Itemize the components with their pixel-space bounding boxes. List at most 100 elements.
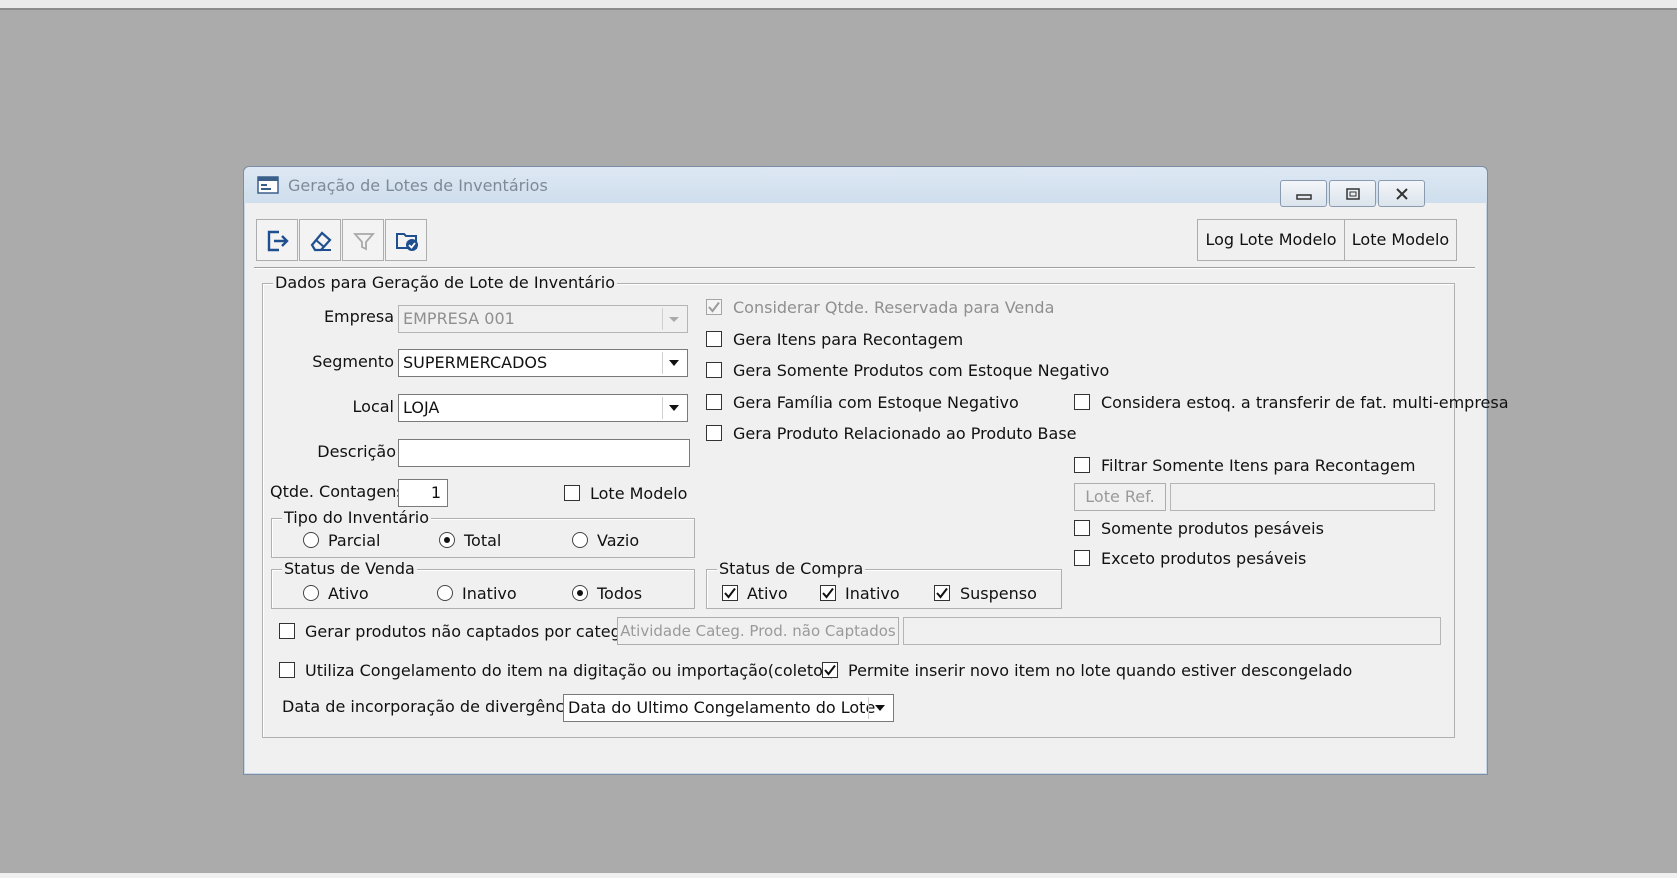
checkbox-considerar-reservada[interactable] (706, 299, 722, 315)
lote-modelo-label: Lote Modelo (590, 484, 688, 503)
descricao-input[interactable] (398, 439, 690, 467)
maximize-button[interactable] (1329, 180, 1376, 207)
atividade-categ-button[interactable]: Atividade Categ. Prod. não Captados (617, 617, 899, 645)
data-incorporacao-dropdown[interactable] (868, 697, 891, 719)
group-legend: Dados para Geração de Lote de Inventário (273, 273, 618, 293)
data-incorporacao-combo[interactable]: Data do Ultimo Congelamento do Lote (563, 694, 894, 722)
descricao-label: Descrição (317, 442, 396, 461)
filter-button[interactable] (342, 219, 384, 261)
app-window-icon (257, 176, 279, 194)
folder-check-icon (396, 233, 418, 251)
checkbox-gera-recontagem[interactable] (706, 331, 722, 347)
checkbox-permite-inserir[interactable] (822, 662, 838, 678)
qtde-contagens-label: Qtde. Contagens (270, 482, 405, 501)
lote-modelo-button[interactable]: Lote Modelo (1344, 219, 1457, 261)
lote-modelo-checkbox[interactable] (564, 485, 580, 501)
local-combo[interactable]: LOJA (398, 394, 688, 422)
checkmark-icon (822, 587, 834, 599)
radio-selected-dot (444, 537, 450, 543)
data-incorporacao-value: Data do Ultimo Congelamento do Lote (568, 698, 876, 717)
exceto-pesaveis-label: Exceto produtos pesáveis (1101, 549, 1307, 568)
checkbox-gerar-nao-captados[interactable] (279, 623, 295, 639)
chevron-down-icon (669, 360, 679, 366)
gera-recontagem-label: Gera Itens para Recontagem (733, 330, 964, 349)
filter-icon (353, 233, 375, 251)
window-title: Geração de Lotes de Inventários (288, 176, 548, 195)
taskbar-edge (0, 873, 1677, 878)
filtrar-recontagem-label: Filtrar Somente Itens para Recontagem (1101, 456, 1416, 475)
familia-negativo-label: Gera Família com Estoque Negativo (733, 393, 1019, 412)
checkbox-somente-pesaveis[interactable] (1074, 520, 1090, 536)
segmento-value: SUPERMERCADOS (403, 353, 548, 372)
qtde-contagens-input[interactable]: 1 (398, 479, 448, 507)
empresa-label: Empresa (323, 307, 394, 326)
radio-venda-ativo[interactable] (303, 585, 319, 601)
compra-suspenso-label: Suspenso (960, 584, 1037, 603)
segmento-dropdown[interactable] (662, 352, 685, 374)
qtde-contagens-value: 1 (430, 483, 441, 502)
checkbox-familia-negativo[interactable] (706, 394, 722, 410)
checkbox-utiliza-congelamento[interactable] (279, 662, 295, 678)
somente-pesaveis-label: Somente produtos pesáveis (1101, 519, 1324, 538)
checkmark-icon (724, 587, 736, 599)
title-bar[interactable]: Geração de Lotes de Inventários (244, 167, 1487, 207)
empresa-combo[interactable]: EMPRESA 001 (398, 305, 688, 333)
background-window-edge (0, 0, 1677, 10)
clear-button[interactable] (299, 219, 341, 261)
eraser-icon (310, 231, 332, 252)
checkbox-compra-inativo[interactable] (820, 585, 836, 601)
considerar-reservada-label: Considerar Qtde. Reservada para Venda (733, 298, 1055, 317)
local-dropdown[interactable] (662, 397, 685, 419)
radio-parcial[interactable] (303, 532, 319, 548)
radio-parcial-label: Parcial (328, 531, 381, 550)
restore-icon (1346, 188, 1360, 200)
status-compra-legend: Status de Compra (717, 559, 866, 579)
generate-button[interactable] (385, 219, 427, 261)
exit-icon (267, 230, 289, 252)
checkbox-compra-suspenso[interactable] (934, 585, 950, 601)
radio-venda-inativo-label: Inativo (462, 584, 517, 603)
segmento-label: Segmento (312, 352, 394, 371)
radio-total-label: Total (464, 531, 502, 550)
considera-estoq-label: Considera estoq. a transferir de fat. mu… (1101, 393, 1509, 412)
radio-total[interactable] (439, 532, 455, 548)
compra-inativo-label: Inativo (845, 584, 900, 603)
checkmark-icon (936, 587, 948, 599)
utiliza-congelamento-label: Utiliza Congelamento do item na digitaçã… (305, 661, 836, 680)
empresa-value: EMPRESA 001 (403, 309, 515, 328)
lote-ref-input[interactable] (1170, 483, 1435, 511)
empresa-dropdown[interactable] (662, 308, 685, 330)
lote-ref-button[interactable]: Lote Ref. (1074, 483, 1166, 511)
checkbox-exceto-pesaveis[interactable] (1074, 550, 1090, 566)
radio-vazio[interactable] (572, 532, 588, 548)
checkbox-compra-ativo[interactable] (722, 585, 738, 601)
checkbox-filtrar-recontagem[interactable] (1074, 457, 1090, 473)
gerar-nao-captados-label: Gerar produtos não captados por categori… (305, 622, 652, 641)
radio-vazio-label: Vazio (597, 531, 640, 550)
data-incorporacao-label: Data de incorporação de divergências (282, 697, 587, 716)
tipo-inventario-legend: Tipo do Inventário (282, 508, 431, 528)
status-venda-legend: Status de Venda (282, 559, 417, 579)
toolbar-separator (254, 267, 1475, 269)
log-lote-modelo-button[interactable]: Log Lote Modelo (1197, 219, 1345, 261)
checkbox-considera-estoq[interactable] (1074, 394, 1090, 410)
atividade-categ-input[interactable] (903, 617, 1441, 645)
radio-venda-todos[interactable] (572, 585, 588, 601)
checkbox-produto-relacionado[interactable] (706, 425, 722, 441)
checkbox-estoque-negativo[interactable] (706, 362, 722, 378)
minimize-icon (1296, 194, 1312, 200)
radio-venda-ativo-label: Ativo (328, 584, 369, 603)
compra-ativo-label: Ativo (747, 584, 788, 603)
local-label: Local (352, 397, 394, 416)
estoque-negativo-label: Gera Somente Produtos com Estoque Negati… (733, 361, 1110, 380)
minimize-button[interactable] (1280, 180, 1327, 207)
chevron-down-icon (875, 705, 885, 711)
close-button[interactable] (1378, 180, 1425, 207)
segmento-combo[interactable]: SUPERMERCADOS (398, 349, 688, 377)
permite-inserir-label: Permite inserir novo item no lote quando… (848, 661, 1353, 680)
local-value: LOJA (403, 398, 440, 417)
chevron-down-icon (669, 405, 679, 411)
exit-button[interactable] (256, 219, 298, 261)
checkmark-icon (824, 664, 836, 676)
radio-venda-inativo[interactable] (437, 585, 453, 601)
